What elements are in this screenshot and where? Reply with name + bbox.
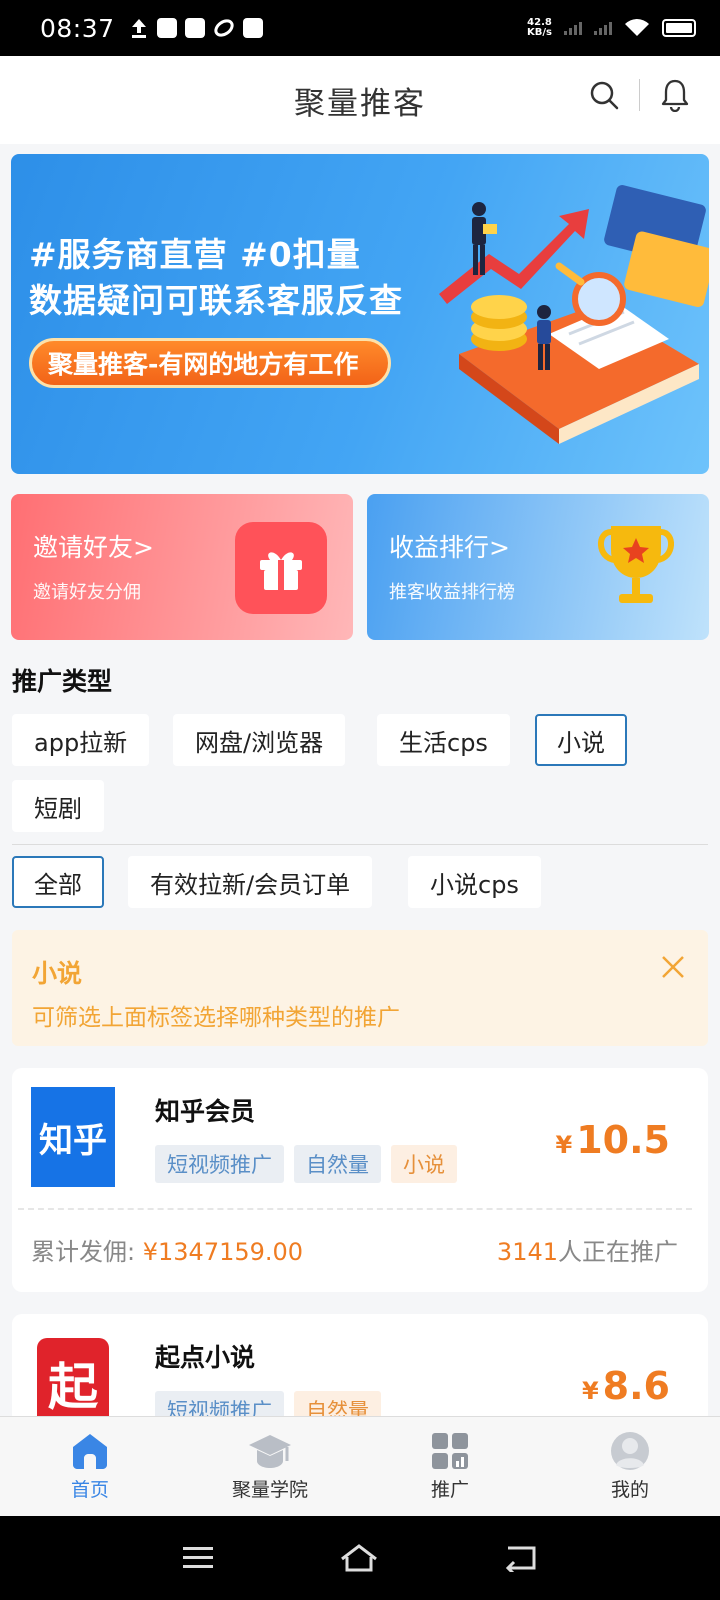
promo-type-chip[interactable]: 网盘/浏览器 — [173, 714, 346, 766]
promoter-count: 3141人正在推广 — [496, 1238, 678, 1266]
link-notification-icon — [213, 19, 234, 37]
total-commission: 累计发佣: ¥1347159.00 — [31, 1238, 304, 1266]
grid-icon — [432, 1433, 468, 1469]
wifi-icon — [625, 19, 649, 36]
product-name: 起点小说 — [155, 1343, 256, 1372]
tab-promote[interactable]: 推广 — [360, 1417, 540, 1516]
invite-friends-subtitle: 邀请好友分佣 — [33, 582, 141, 603]
graduation-cap-icon — [249, 1435, 291, 1468]
home-icon — [73, 1434, 107, 1469]
signal-icon — [564, 21, 582, 35]
product-tags: 短视频推广 自然量 小说 — [155, 1145, 457, 1183]
category-notice: 小说 可筛选上面标签选择哪种类型的推广 — [12, 930, 708, 1046]
earnings-ranking-subtitle: 推客收益排行榜 — [389, 582, 515, 603]
product-price: ¥ 8.6 — [581, 1364, 670, 1408]
promo-type-chip[interactable]: app拉新 — [12, 714, 150, 766]
promo-type-chip[interactable]: 生活cps — [377, 714, 510, 766]
back-icon[interactable] — [504, 1544, 538, 1572]
product-tag: 小说 — [391, 1145, 457, 1183]
earnings-ranking-title: 收益排行> — [389, 533, 510, 562]
product-card[interactable]: 起 起点小说 短视频推广 自然量 ¥ 8.6 — [12, 1314, 708, 1424]
status-time: 08:37 — [40, 13, 115, 43]
qidian-logo: 起 — [31, 1333, 115, 1424]
promo-type-chip-selected[interactable]: 小说 — [535, 714, 627, 766]
signal-icon — [594, 21, 612, 35]
user-icon — [611, 1432, 649, 1470]
banner-line-1: #服务商直营 #0扣量 — [29, 235, 361, 274]
status-bar: 08:37 42.8 KB/s — [0, 0, 720, 56]
status-notification-icons — [129, 17, 263, 39]
bell-icon[interactable] — [660, 78, 690, 112]
invite-friends-title: 邀请好友> — [33, 533, 154, 562]
app-notification-icon — [242, 18, 263, 38]
sub-filter-chip[interactable]: 小说cps — [408, 856, 541, 908]
section-divider — [12, 844, 708, 845]
product-tag: 自然量 — [294, 1145, 381, 1183]
bottom-tab-bar: 首页 聚量学院 推广 我的 — [0, 1416, 720, 1516]
banner-line-2: 数据疑问可联系客服反查 — [29, 281, 403, 320]
app-notification-icon — [184, 18, 205, 38]
header-divider — [639, 79, 640, 111]
product-tag: 短视频推广 — [155, 1145, 284, 1183]
sub-filter-chip[interactable]: 有效拉新/会员订单 — [128, 856, 373, 908]
search-icon[interactable] — [589, 80, 619, 110]
battery-icon — [662, 19, 696, 37]
banner-illustration — [439, 185, 709, 444]
earnings-ranking-card[interactable]: 收益排行> 推客收益排行榜 — [367, 494, 709, 640]
dashed-divider — [18, 1208, 692, 1210]
product-name: 知乎会员 — [155, 1097, 256, 1126]
sub-filter-chip-selected[interactable]: 全部 — [12, 856, 104, 908]
gift-icon — [235, 522, 327, 614]
tab-home[interactable]: 首页 — [0, 1417, 180, 1516]
notice-text: 可筛选上面标签选择哪种类型的推广 — [32, 1005, 400, 1031]
system-navigation-bar — [0, 1516, 720, 1600]
promo-banner[interactable]: #服务商直营 #0扣量 数据疑问可联系客服反查 聚量推客-有网的地方有工作 — [11, 154, 709, 474]
page-title: 聚量推客 — [294, 85, 426, 122]
product-card[interactable]: 知乎 知乎会员 短视频推广 自然量 小说 ¥ 10.5 累计发佣: ¥13471… — [12, 1068, 708, 1292]
invite-friends-card[interactable]: 邀请好友> 邀请好友分佣 — [11, 494, 353, 640]
promo-type-heading: 推广类型 — [12, 667, 113, 696]
banner-slogan-pill: 聚量推客-有网的地方有工作 — [29, 338, 392, 388]
status-system-icons: 42.8 KB/s — [527, 18, 696, 38]
network-speed: 42.8 KB/s — [527, 17, 552, 38]
app-header: 聚量推客 — [0, 56, 720, 144]
promo-type-chip[interactable]: 短剧 — [12, 780, 104, 832]
tab-mine[interactable]: 我的 — [540, 1417, 720, 1516]
trophy-icon — [598, 526, 674, 603]
notice-title: 小说 — [32, 959, 83, 988]
app-notification-icon — [156, 18, 177, 38]
product-price: ¥ 10.5 — [555, 1118, 670, 1162]
zhihu-logo: 知乎 — [31, 1087, 115, 1187]
tab-academy[interactable]: 聚量学院 — [180, 1417, 360, 1516]
home-button-icon[interactable] — [339, 1543, 379, 1573]
menu-icon[interactable] — [182, 1545, 214, 1571]
upload-icon — [131, 19, 146, 38]
close-icon[interactable] — [660, 954, 686, 980]
